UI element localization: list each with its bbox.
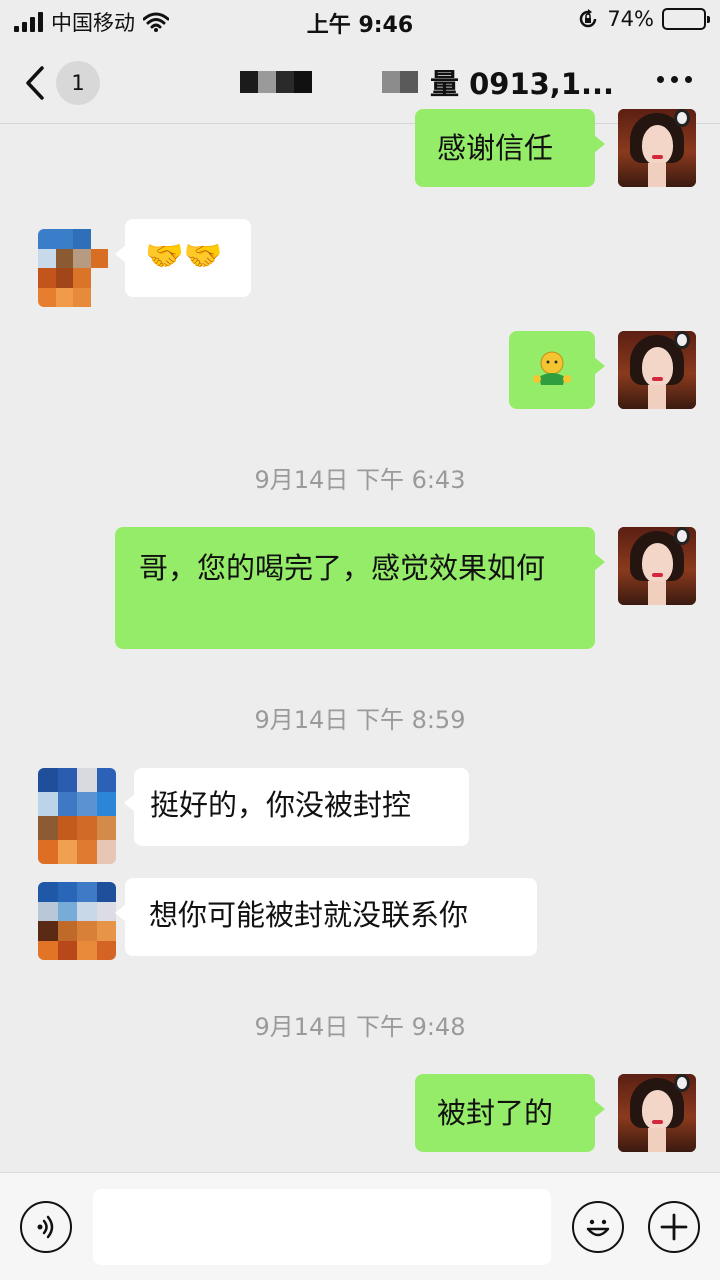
contact-avatar[interactable] — [38, 768, 116, 864]
message-text: 感谢信任 — [437, 131, 554, 165]
battery-icon — [662, 8, 710, 30]
back-button[interactable]: 1 — [24, 58, 114, 108]
more-icon — [657, 76, 664, 83]
message-bubble-sent[interactable]: 感谢信任 — [415, 109, 605, 187]
chevron-left-icon — [26, 66, 44, 100]
message-bubble-sent[interactable]: 被封了的 — [415, 1074, 605, 1152]
message-text: 挺好的，你没被封控 — [150, 788, 412, 822]
message-text: 🤝🤝 — [145, 238, 223, 274]
voice-icon — [37, 1215, 54, 1239]
redacted-name-block — [382, 71, 418, 93]
emoji-sticker-icon — [533, 351, 571, 385]
plus-icon — [660, 1213, 688, 1241]
message-bubble-sent[interactable]: 哥，您的喝完了，感觉效果如何 — [115, 527, 605, 649]
message-input[interactable] — [93, 1189, 551, 1265]
more-button[interactable] — [657, 76, 692, 83]
chat-header: 1 量 0913,1... — [0, 40, 720, 124]
message-text: 被封了的 — [437, 1096, 554, 1130]
unread-badge: 1 — [56, 61, 100, 105]
my-avatar[interactable] — [618, 331, 696, 409]
my-avatar[interactable] — [618, 1074, 696, 1152]
contact-avatar[interactable] — [38, 882, 116, 960]
message-bubble-sent[interactable] — [509, 331, 605, 409]
redacted-name-block — [240, 71, 312, 93]
chat-title-area[interactable]: 量 0913,1... — [240, 62, 614, 102]
battery-percent: 74% — [607, 7, 654, 31]
timestamp: 9月14日 下午 9:48 — [254, 1013, 466, 1041]
status-bar: 中国移动 上午 9:46 74% — [0, 0, 720, 40]
my-avatar[interactable] — [618, 527, 696, 605]
rotation-lock-icon — [580, 9, 597, 28]
plus-button[interactable] — [648, 1201, 700, 1253]
message-bubble-received[interactable]: 想你可能被封就没联系你 — [115, 878, 537, 956]
my-avatar[interactable] — [618, 109, 696, 187]
input-bar — [0, 1172, 720, 1280]
message-text: 想你可能被封就没联系你 — [149, 898, 469, 932]
voice-button[interactable] — [20, 1201, 72, 1253]
contact-avatar[interactable] — [38, 229, 108, 307]
chat-title: 量 0913,1... — [430, 67, 615, 101]
message-bubble-received[interactable]: 🤝🤝 — [115, 219, 251, 297]
timestamp: 9月14日 下午 6:43 — [254, 466, 466, 494]
emoji-icon — [586, 1219, 610, 1237]
timestamp: 9月14日 下午 8:59 — [254, 706, 466, 734]
emoji-button[interactable] — [572, 1201, 624, 1253]
message-bubble-received[interactable]: 挺好的，你没被封控 — [124, 768, 469, 846]
message-text: 哥，您的喝完了，感觉效果如何 — [139, 551, 546, 585]
status-right: 74% — [577, 7, 710, 31]
